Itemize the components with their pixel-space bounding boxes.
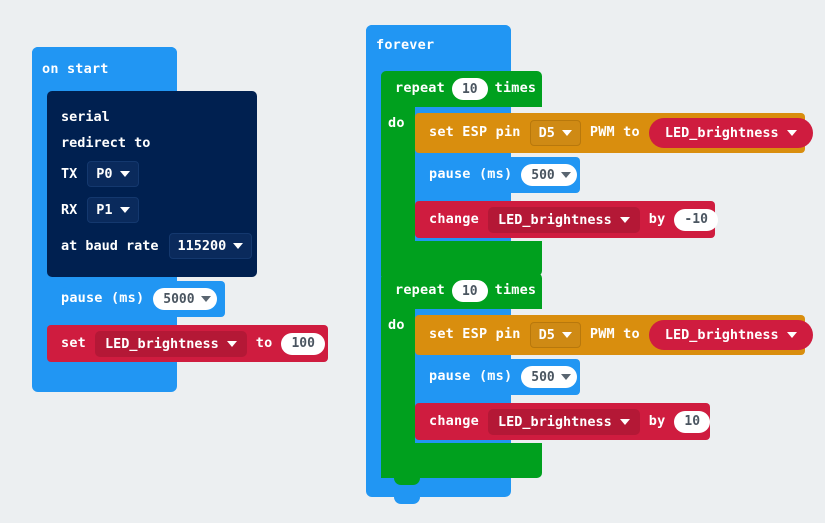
change-variable-plus10-value: 10 [684,414,701,429]
set-esp-pin-1-variable-name: LED_brightness [664,125,779,141]
serial-line-1: serial [61,109,110,125]
serial-rx-label: RX [61,202,78,218]
set-variable-label: set [61,334,86,351]
set-esp-pin-2-variable-reporter[interactable]: LED_brightness [648,320,813,350]
on-start-header[interactable]: on start [32,47,177,92]
change-variable-plus10-label: change [429,412,479,429]
pause-500-a-value-field[interactable]: 500 [521,164,577,186]
serial-baud-label: at baud rate [61,238,159,254]
change-variable-plus10-name: LED_brightness [497,413,612,430]
serial-baud-value: 115200 [177,238,227,254]
repeat-loop-2-foot-notch [394,478,420,485]
pause-block-500-a[interactable]: pause (ms) 500 [415,157,580,193]
repeat-loop-2-count-field[interactable]: 10 [451,280,488,302]
set-variable-connector: to [255,334,273,351]
set-esp-pin-1-middle: PWM to [589,124,640,141]
chevron-down-icon [233,243,244,249]
change-variable-minus10-connector: by [648,210,666,227]
serial-rx-row: RX P1 [61,197,252,223]
pause-5000-value: 5000 [163,291,195,307]
set-esp-pin-2-middle: PWM to [589,326,640,343]
set-esp-pin-2-pin-value: D5 [538,327,555,343]
chevron-down-icon [786,130,797,136]
chevron-down-icon [561,332,572,338]
pause-500-b-value-field[interactable]: 500 [521,366,577,388]
chevron-down-icon [619,418,630,425]
blocks-workspace[interactable]: on start serial redirect to TX P0 RX P1 … [0,0,825,523]
forever-foot-notch [394,497,420,504]
repeat-loop-1-count-field[interactable]: 10 [451,78,488,100]
repeat-loop-1-repeat-label: repeat [395,80,445,97]
set-variable-name-dropdown[interactable]: LED_brightness [94,330,247,357]
set-esp-pin-2-pin-dropdown[interactable]: D5 [529,322,581,348]
pause-5000-value-field[interactable]: 5000 [153,288,217,310]
chevron-down-icon [786,332,797,338]
set-esp-pin-pwm-block-1[interactable]: set ESP pin D5 PWM to LED_brightness [415,113,813,153]
repeat-loop-1-header[interactable]: repeat 10 times [381,71,542,107]
change-variable-block-minus10[interactable]: change LED_brightness by -10 [415,201,718,238]
change-variable-minus10-value-field[interactable]: -10 [674,208,718,231]
chevron-down-icon [560,172,571,178]
repeat-loop-2-header[interactable]: repeat 10 times [381,273,542,309]
change-variable-plus10-name-dropdown[interactable]: LED_brightness [487,408,640,435]
serial-tx-value: P0 [96,166,113,182]
change-variable-plus10-connector: by [648,412,666,429]
repeat-loop-2-count: 10 [461,283,478,299]
repeat-loop-1-count: 10 [461,81,478,97]
change-variable-minus10-name: LED_brightness [497,211,612,228]
serial-baud-row: at baud rate 115200 [61,233,253,259]
set-variable-value: 100 [291,336,315,351]
set-variable-value-field[interactable]: 100 [281,332,325,355]
chevron-down-icon [619,216,630,223]
on-start-foot-notch [60,362,86,369]
forever-label: forever [376,36,435,53]
pause-500-a-label: pause (ms) [429,166,513,183]
serial-line-2: redirect to [61,135,151,151]
pause-5000-label: pause (ms) [61,290,145,307]
repeat-loop-1-do-label: do [388,115,405,131]
serial-tx-row: TX P0 [61,161,252,187]
forever-header[interactable]: forever [366,25,511,66]
repeat-loop-2-do-label: do [388,317,405,333]
set-esp-pin-2-variable-name: LED_brightness [664,327,779,343]
pause-500-b-label: pause (ms) [429,368,513,385]
chevron-down-icon [119,171,130,177]
pause-block-500-b[interactable]: pause (ms) 500 [415,359,580,395]
repeat-loop-2-times-label: times [494,282,537,299]
change-variable-minus10-label: change [429,210,479,227]
set-esp-pin-1-pin-dropdown[interactable]: D5 [529,120,581,146]
set-esp-pin-pwm-block-2[interactable]: set ESP pin D5 PWM to LED_brightness [415,315,813,355]
set-esp-pin-1-pin-value: D5 [538,125,555,141]
serial-rx-value: P1 [96,202,113,218]
set-variable-name: LED_brightness [104,335,219,352]
change-variable-minus10-value: -10 [684,212,708,227]
pause-500-b-value: 500 [531,369,555,385]
change-variable-minus10-name-dropdown[interactable]: LED_brightness [487,206,640,233]
repeat-loop-1-times-label: times [494,80,537,97]
serial-redirect-block[interactable]: serial redirect to TX P0 RX P1 at baud r… [47,91,257,277]
change-variable-plus10-value-field[interactable]: 10 [674,410,711,433]
repeat-loop-1-foot [381,241,542,276]
on-start-label: on start [42,60,109,77]
chevron-down-icon [200,296,211,302]
serial-rx-dropdown[interactable]: P1 [87,197,139,223]
chevron-down-icon [226,340,237,347]
change-variable-block-plus10[interactable]: change LED_brightness by 10 [415,403,711,440]
pause-block-5000[interactable]: pause (ms) 5000 [47,281,225,317]
chevron-down-icon [560,374,571,380]
set-esp-pin-1-variable-reporter[interactable]: LED_brightness [648,118,813,148]
set-esp-pin-2-prefix: set ESP pin [429,326,521,343]
chevron-down-icon [119,207,130,213]
serial-tx-label: TX [61,166,78,182]
set-variable-block[interactable]: set LED_brightness to 100 [47,325,328,362]
pause-500-a-value: 500 [531,167,555,183]
set-esp-pin-1-prefix: set ESP pin [429,124,521,141]
repeat-loop-2-repeat-label: repeat [395,282,445,299]
serial-baud-dropdown[interactable]: 115200 [168,233,253,259]
chevron-down-icon [561,130,572,136]
repeat-loop-2-foot [381,443,542,478]
serial-tx-dropdown[interactable]: P0 [87,161,139,187]
